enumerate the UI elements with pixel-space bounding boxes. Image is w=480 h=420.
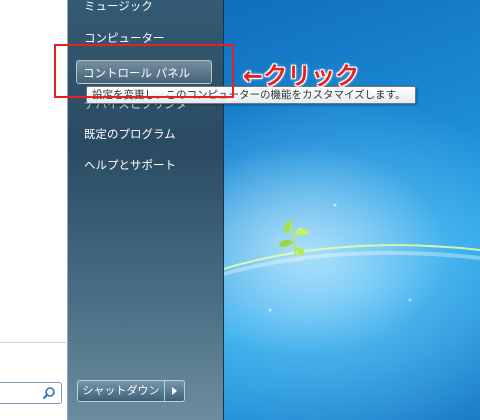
menu-item-music[interactable]: ミュージック <box>78 0 214 18</box>
search-input[interactable] <box>0 382 62 404</box>
menu-item-default-programs[interactable]: 既定のプログラム <box>78 122 214 146</box>
search-icon[interactable] <box>42 386 56 400</box>
arrow-right-icon[interactable] <box>165 380 185 402</box>
highlight-box <box>54 44 234 98</box>
plant-icon <box>279 219 309 258</box>
divider <box>0 342 68 343</box>
click-annotation: ←クリック <box>243 62 360 90</box>
menu-item-help-support[interactable]: ヘルプとサポート <box>78 153 214 177</box>
shutdown-button[interactable]: シャットダウン <box>77 380 165 402</box>
